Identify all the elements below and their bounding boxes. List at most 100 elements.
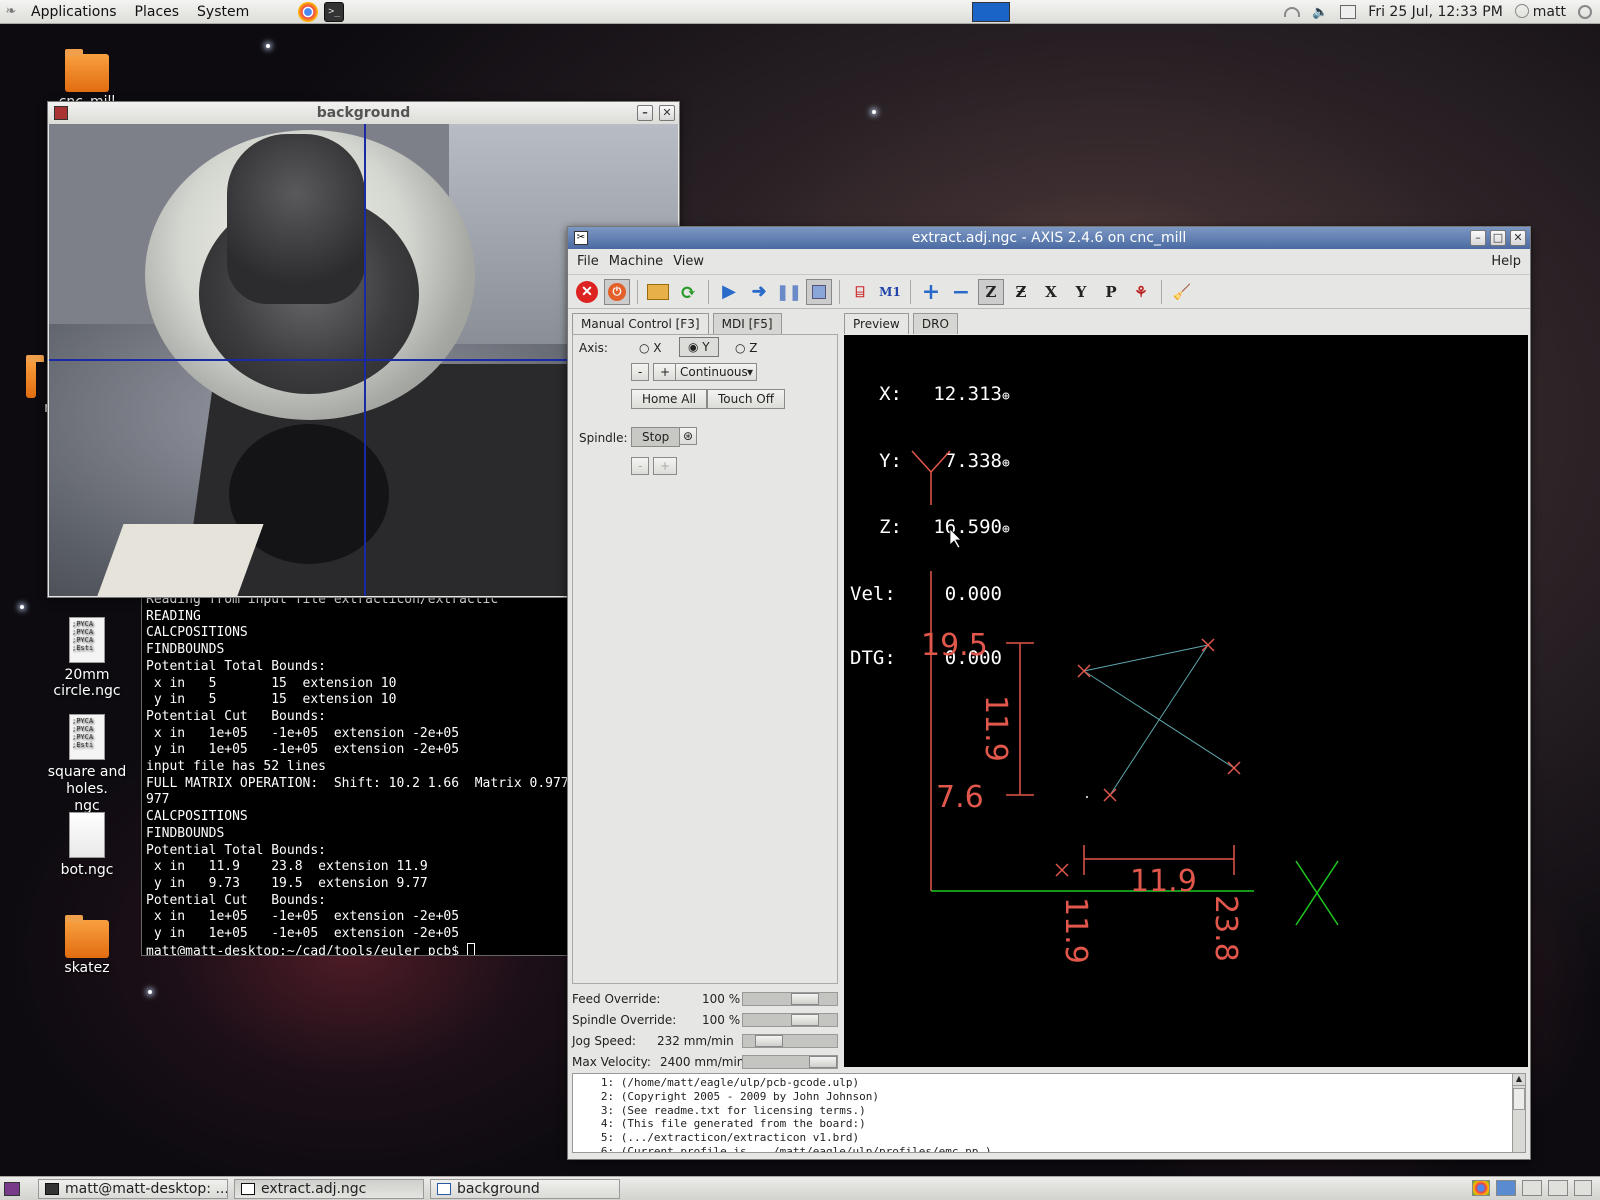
slider-thumb[interactable] <box>791 1014 819 1026</box>
slider-thumb[interactable] <box>791 993 819 1005</box>
show-desktop-icon[interactable] <box>4 1181 20 1196</box>
view-y-icon[interactable]: Y <box>1068 279 1094 305</box>
jog-minus-button[interactable]: - <box>631 363 650 381</box>
window-titlebar[interactable]: background – ✕ <box>48 102 679 124</box>
gcode-scrollbar[interactable]: ▲ <box>1512 1073 1526 1153</box>
open-file-icon[interactable] <box>645 279 671 305</box>
workspace-2[interactable] <box>1522 1180 1542 1196</box>
spindle-override-slider[interactable] <box>742 1013 838 1027</box>
menu-machine[interactable]: Machine <box>604 254 668 269</box>
tab-mdi[interactable]: MDI [F5] <box>712 313 782 334</box>
volume-icon[interactable]: 🔈 <box>1312 5 1328 20</box>
axis-radio-z[interactable]: ○ Z <box>735 341 758 355</box>
axis-radio-x[interactable]: ○ X <box>639 341 662 355</box>
gcode-line[interactable]: 4: (This file generated from the board:) <box>581 1117 1507 1131</box>
reload-icon[interactable]: ⟳ <box>675 279 701 305</box>
stop-icon[interactable] <box>806 278 832 305</box>
minimize-button[interactable]: – <box>1470 230 1486 246</box>
home-all-button[interactable]: Home All <box>631 389 708 409</box>
chrome-window-icon[interactable] <box>1472 1180 1490 1196</box>
view-perspective-icon[interactable]: P <box>1098 279 1124 305</box>
gcode-line[interactable]: 1: (/home/matt/eagle/ulp/pcb-gcode.ulp) <box>581 1076 1507 1090</box>
axis-window[interactable]: ✂ extract.adj.ngc - AXIS 2.4.6 on cnc_mi… <box>567 226 1531 1160</box>
desktop-icon-skatez[interactable]: skatez <box>32 915 142 976</box>
spindle-minus-button[interactable]: - <box>631 457 650 475</box>
desktop-icon-20mm-circle[interactable]: ;PYCA ;PYCA ;PYCA ;Esti 20mm circle.ngc <box>32 617 142 699</box>
zoom-out-icon[interactable]: − <box>948 279 974 305</box>
mail-icon[interactable] <box>1340 5 1357 19</box>
step-icon[interactable]: ➜ <box>746 279 772 305</box>
chrome-launcher-icon[interactable] <box>298 1 319 22</box>
clear-backplot-icon[interactable]: 🧹 <box>1169 279 1195 305</box>
gcode-line[interactable]: 3: (See readme.txt for licensing terms.) <box>581 1104 1507 1118</box>
axis-radio-label: Z <box>749 341 758 355</box>
toolpath-preview[interactable]: X: 12.313⊕ Y: 7.338⊕ Z: 16.590⊕ Vel: 0.000 D… <box>844 335 1528 1067</box>
menu-applications[interactable]: Applications <box>22 4 126 20</box>
rotate-view-icon[interactable]: ⚘ <box>1128 279 1154 305</box>
gcode-line[interactable]: 6: (Current profile is .../matt/eagle/ul… <box>581 1145 1507 1152</box>
estop-icon[interactable]: ✕ <box>574 279 600 305</box>
view-z-rotated-icon[interactable]: Ƶ <box>1008 279 1034 305</box>
workspace-1[interactable] <box>1496 1180 1516 1196</box>
trash-icon[interactable] <box>1574 1180 1592 1196</box>
close-button[interactable]: ✕ <box>659 105 675 121</box>
task-terminal[interactable]: matt@matt-desktop: ... <box>38 1178 228 1199</box>
gcode-line[interactable]: 2: (Copyright 2005 - 2009 by John Johnso… <box>581 1090 1507 1104</box>
jog-plus-button[interactable]: + <box>653 363 678 381</box>
slider-thumb[interactable] <box>809 1056 837 1068</box>
view-z-icon[interactable]: Z <box>978 278 1004 305</box>
gcode-listing[interactable]: 1: (/home/matt/eagle/ulp/pcb-gcode.ulp) … <box>572 1073 1516 1153</box>
spindle-plus-button[interactable]: + <box>653 457 678 475</box>
workspace-switcher[interactable] <box>972 2 1010 22</box>
max-velocity-slider[interactable] <box>742 1055 838 1069</box>
terminal-line: CALCPOSITIONS <box>146 809 248 825</box>
clock[interactable]: Fri 25 Jul, 12:33 PM <box>1368 4 1503 20</box>
desktop-icon-square-and-holes[interactable]: ;PYCA ;PYCA ;PYCA ;Esti square and holes. n… <box>32 714 142 815</box>
task-background[interactable]: background <box>430 1178 620 1199</box>
terminal-line: READING <box>146 608 201 624</box>
dim-x-right: 23.8 <box>1208 895 1243 962</box>
terminal-line: Potential Cut Bounds: <box>146 708 327 724</box>
spindle-override-value: 100 % <box>702 1013 741 1027</box>
spindle-brake-button[interactable]: ⊛ <box>679 427 698 445</box>
slider-thumb[interactable] <box>755 1035 783 1047</box>
tab-dro[interactable]: DRO <box>912 313 958 334</box>
terminal-window[interactable]: Reading from input file extracticon/extr… <box>141 588 569 956</box>
spindle-stop-button[interactable]: Stop <box>631 427 681 447</box>
menu-view[interactable]: View <box>668 254 709 269</box>
scroll-up-icon[interactable]: ▲ <box>1513 1074 1525 1086</box>
touch-off-button[interactable]: Touch Off <box>707 389 785 409</box>
maximize-button[interactable]: □ <box>1490 230 1506 246</box>
view-x-icon[interactable]: X <box>1038 279 1064 305</box>
tab-manual-control[interactable]: Manual Control [F3] <box>572 313 709 334</box>
pause-icon[interactable]: ❚❚ <box>776 279 802 305</box>
minimize-button[interactable]: – <box>637 105 653 121</box>
menu-file[interactable]: File <box>572 254 604 269</box>
axis-app-icon[interactable]: ✂ <box>574 231 588 245</box>
run-icon[interactable]: ▶ <box>716 279 742 305</box>
window-menu-icon[interactable] <box>54 106 68 120</box>
user-menu[interactable]: matt <box>1514 4 1566 20</box>
block-delete-icon[interactable]: ⌸ <box>847 279 873 305</box>
desktop-icon-bot[interactable]: bot.ngc <box>32 812 142 878</box>
terminal-launcher-icon[interactable]: >_ <box>324 1 345 22</box>
axis-radio-y[interactable]: ◉ Y <box>679 337 719 357</box>
feed-override-slider[interactable] <box>742 992 838 1006</box>
task-axis[interactable]: extract.adj.ngc <box>234 1178 424 1199</box>
scroll-thumb[interactable] <box>1513 1088 1525 1110</box>
gcode-line[interactable]: 5: (.../extracticon/extracticon v1.brd) <box>581 1131 1507 1145</box>
close-button[interactable]: ✕ <box>1510 230 1526 246</box>
menu-help[interactable]: Help <box>1486 254 1526 269</box>
menu-places[interactable]: Places <box>126 4 189 20</box>
machine-power-icon[interactable]: ⏻ <box>604 278 630 305</box>
wifi-icon[interactable] <box>1284 7 1301 17</box>
menu-system[interactable]: System <box>188 4 258 20</box>
jog-speed-slider[interactable] <box>742 1034 838 1048</box>
tab-preview[interactable]: Preview <box>844 313 909 334</box>
window-titlebar[interactable]: ✂ extract.adj.ngc - AXIS 2.4.6 on cnc_mi… <box>568 227 1530 249</box>
optional-stop-icon[interactable]: M1 <box>877 279 903 305</box>
workspace-3[interactable] <box>1548 1180 1568 1196</box>
shutdown-icon[interactable] <box>1578 5 1592 19</box>
zoom-in-icon[interactable]: + <box>918 279 944 305</box>
jog-mode-select[interactable]: Continuous ▾ <box>675 363 757 381</box>
